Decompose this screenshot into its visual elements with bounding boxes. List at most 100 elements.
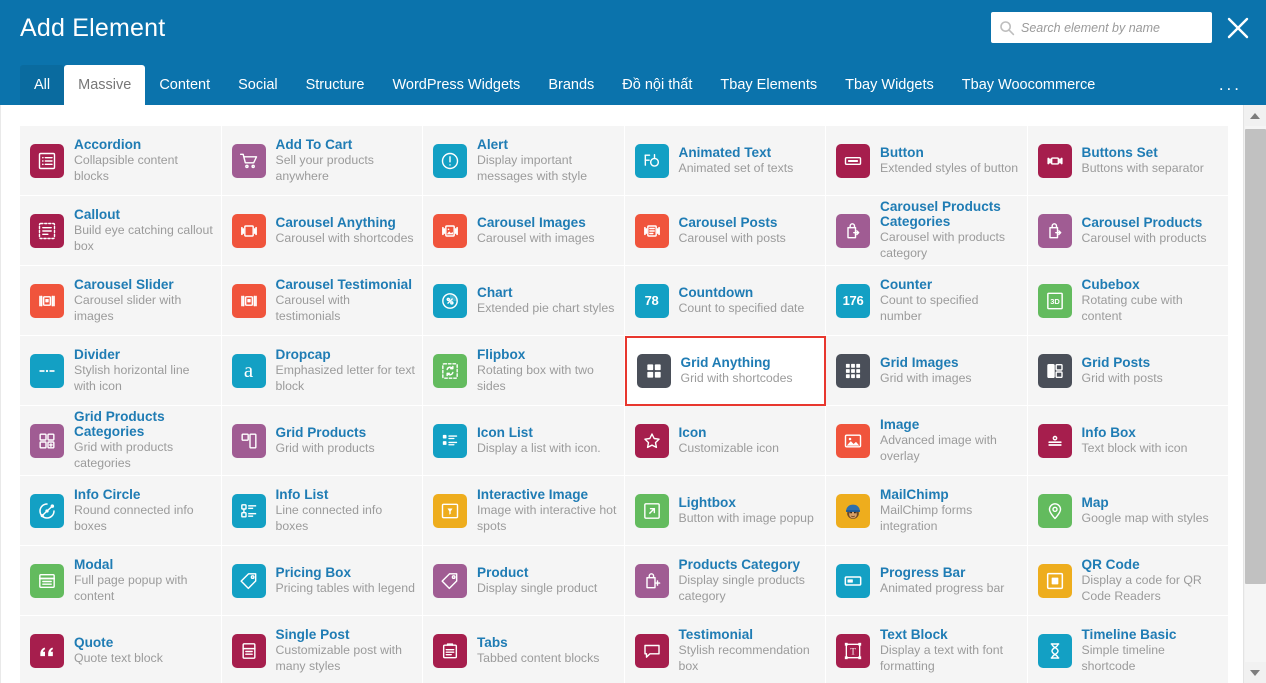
element-card[interactable]: Carousel Anything Carousel with shortcode… (221, 196, 423, 266)
tab-brands[interactable]: Brands (534, 65, 608, 105)
tab-social[interactable]: Social (224, 65, 292, 105)
element-card[interactable]: Info Circle Round connected info boxes (20, 476, 222, 546)
element-card[interactable]: Tabs Tabbed content blocks (423, 616, 625, 683)
scroll-up-button[interactable] (1244, 105, 1266, 126)
element-card-text: MailChimp MailChimp forms integration (880, 487, 1021, 535)
element-card[interactable]: Lightbox Button with image popup (624, 476, 826, 546)
element-description: Grid with products categories (74, 440, 174, 471)
element-card[interactable]: Image Advanced image with overlay (826, 406, 1028, 476)
mailchimp-monkey-icon (836, 493, 870, 528)
element-description: Carousel with images (477, 230, 595, 245)
element-card[interactable]: Interactive Image Image with interactive … (423, 476, 625, 546)
icon-badge-number: 176 (842, 293, 864, 308)
element-card[interactable]: Info List Line connected info boxes (221, 476, 423, 546)
element-card[interactable]: Carousel Testimonial Carousel with testim… (221, 266, 423, 336)
element-description: Animated progress bar (880, 580, 1005, 595)
element-card[interactable]: Chart Extended pie chart styles (423, 266, 625, 336)
element-card[interactable]: Carousel Images Carousel with images (423, 196, 625, 266)
tab-all[interactable]: All (20, 65, 65, 105)
element-description: Carousel with posts (678, 230, 786, 245)
element-name: Buttons Set (1081, 144, 1158, 160)
element-card[interactable]: Accordion Collapsible content blocks (20, 126, 222, 196)
element-card[interactable]: Callout Build eye catching callout box (20, 196, 222, 266)
search-input[interactable] (1021, 20, 1204, 35)
tab-tbay-elements[interactable]: Tbay Elements (706, 65, 831, 105)
shopping-cart-icon (231, 143, 266, 178)
element-description: Carousel with products (1081, 230, 1207, 245)
close-button[interactable] (1224, 14, 1252, 42)
element-card-text: Carousel Posts Carousel with posts (679, 215, 820, 247)
element-card[interactable]: Divider Stylish horizontal line with icon (20, 336, 222, 406)
element-card[interactable]: Animated Text Animated set of texts (624, 126, 826, 196)
tabs-overflow-button[interactable]: ... (1205, 65, 1252, 105)
speech-bubble-icon (634, 633, 669, 668)
element-card[interactable]: Grid Posts Grid with posts (1027, 336, 1229, 406)
element-card[interactable]: Button Extended styles of button (826, 126, 1028, 196)
element-card[interactable]: Timeline Basic Simple timeline shortcode (1027, 616, 1229, 683)
element-card[interactable]: MailChimp MailChimp forms integration (826, 476, 1028, 546)
element-card[interactable]: Progress Bar Animated progress bar (826, 546, 1028, 616)
element-description: Emphasized letter for text block (275, 362, 415, 393)
element-card[interactable]: Carousel Products Carousel with products (1027, 196, 1229, 266)
element-card[interactable]: Product Display single product (423, 546, 625, 616)
element-description: Grid with posts (1081, 370, 1163, 385)
tab-tbay-widgets[interactable]: Tbay Widgets (831, 65, 948, 105)
element-card[interactable]: Info Box Text block with icon (1027, 406, 1229, 476)
element-card[interactable]: T Text Block Display a text with font form… (826, 616, 1028, 683)
element-card[interactable]: Carousel Products Categories Carousel wit… (826, 196, 1028, 266)
search-box[interactable] (991, 12, 1212, 43)
chevron-down-icon (1250, 669, 1260, 676)
element-description: Grid with images (880, 370, 972, 385)
button-rect-icon (836, 143, 870, 178)
element-card[interactable]: Grid Products Grid with products (221, 406, 423, 476)
element-card[interactable]: QR Code Display a code for QR Code Reader… (1027, 546, 1229, 616)
element-card[interactable]: Map Google map with styles (1027, 476, 1229, 546)
tab-tbay-woocommerce[interactable]: Tbay Woocommerce (948, 65, 1110, 105)
element-card[interactable]: Alert Display important messages with sty… (423, 126, 625, 196)
bag-arrow-icon (836, 213, 870, 248)
element-card[interactable]: Modal Full page popup with content (20, 546, 222, 616)
scroll-down-button[interactable] (1244, 662, 1266, 683)
element-card[interactable]: a Dropcap Emphasized letter for text block (221, 336, 423, 406)
tab-wordpress-widgets[interactable]: WordPress Widgets (378, 65, 534, 105)
element-card[interactable]: Carousel Slider Carousel slider with imag… (20, 266, 222, 336)
element-card[interactable]: Single Post Customizable post with many s… (221, 616, 423, 683)
element-card[interactable]: Pricing Box Pricing tables with legend (221, 546, 423, 616)
grid-products-icon (231, 423, 266, 458)
element-card[interactable]: Carousel Posts Carousel with posts (624, 196, 826, 266)
element-name: Alert (477, 136, 508, 152)
element-description: Animated set of texts (678, 160, 794, 175)
element-card[interactable]: Testimonial Stylish recommendation box (624, 616, 826, 683)
element-description: Extended styles of button (880, 160, 1019, 175)
tab-content[interactable]: Content (145, 65, 224, 105)
tab-massive[interactable]: Massive (64, 65, 146, 105)
tab-structure[interactable]: Structure (292, 65, 379, 105)
element-card-text: Info Circle Round connected info boxes (74, 487, 215, 535)
element-card[interactable]: Grid Images Grid with images (826, 336, 1028, 406)
vertical-scrollbar[interactable] (1243, 105, 1266, 683)
bag-plus-icon (634, 563, 669, 598)
element-card-text: Animated Text Animated set of texts (679, 145, 820, 177)
element-card[interactable]: Icon List Display a list with icon. (423, 406, 625, 476)
scrollbar-thumb[interactable] (1245, 129, 1266, 584)
element-card-text: Alert Display important messages with sty… (477, 137, 618, 185)
elements-scroll-area[interactable]: Accordion Collapsible content blocks Add T… (0, 105, 1243, 683)
element-name: MailChimp (880, 486, 949, 502)
element-card[interactable]: Icon Customizable icon (624, 406, 826, 476)
element-name: QR Code (1081, 556, 1140, 572)
element-card[interactable]: Add To Cart Sell your products anywhere (221, 126, 423, 196)
element-description: Buttons with separator (1081, 160, 1204, 175)
element-name: Carousel Products Categories (880, 199, 1001, 230)
element-card[interactable]: Grid Products Categories Grid with produc… (20, 406, 222, 476)
element-card[interactable]: Grid Anything Grid with shortcodes (624, 336, 826, 406)
element-card[interactable]: Flipbox Rotating box with two sides (423, 336, 625, 406)
element-card-text: Map Google map with styles (1082, 495, 1223, 527)
element-card[interactable]: 176 Counter Count to specified number (826, 266, 1028, 336)
element-card-text: Products Category Display single products… (679, 557, 820, 605)
element-card[interactable]: Products Category Display single products… (624, 546, 826, 616)
element-card[interactable]: 3D Cubebox Rotating cube with content (1027, 266, 1229, 336)
element-card[interactable]: 78 Countdown Count to specified date (624, 266, 826, 336)
tab-n-i-th-t[interactable]: Đồ nội thất (608, 65, 706, 105)
element-card[interactable]: Buttons Set Buttons with separator (1027, 126, 1229, 196)
element-card[interactable]: Quote Quote text block (20, 616, 222, 683)
